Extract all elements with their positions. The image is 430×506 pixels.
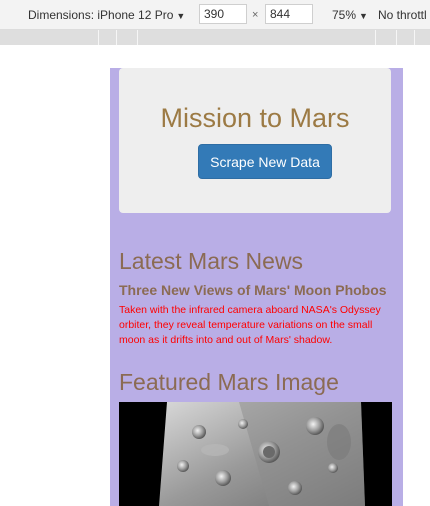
news-paragraph: Taken with the infrared camera aboard NA… bbox=[119, 304, 381, 346]
device-dimensions-dropdown[interactable]: Dimensions: iPhone 12 Pro ▼ bbox=[28, 8, 185, 22]
caret-down-icon: ▼ bbox=[176, 11, 186, 21]
ruler-divider bbox=[414, 30, 415, 45]
throttle-dropdown[interactable]: No throttl bbox=[378, 8, 427, 22]
featured-image-heading: Featured Mars Image bbox=[119, 369, 339, 395]
zoom-label: 75% bbox=[332, 8, 357, 22]
emulated-viewport: Mission to Mars Scrape New Data Latest M… bbox=[110, 68, 403, 506]
caret-down-icon: ▼ bbox=[359, 11, 368, 21]
media-query-ruler[interactable] bbox=[0, 30, 430, 45]
dimension-separator: × bbox=[252, 9, 259, 21]
scrape-new-data-button[interactable]: Scrape New Data bbox=[198, 144, 332, 179]
jumbotron: Mission to Mars Scrape New Data bbox=[119, 68, 391, 213]
news-title: Three New Views of Mars' Moon Phobos bbox=[119, 282, 387, 298]
ruler-divider bbox=[375, 30, 376, 45]
news-heading: Latest Mars News bbox=[119, 248, 304, 274]
ruler-divider bbox=[396, 30, 397, 45]
mars-surface-image bbox=[119, 402, 392, 506]
featured-mars-image[interactable] bbox=[119, 402, 392, 506]
page-title: Mission to Mars bbox=[160, 103, 350, 133]
devtools-device-toolbar: Dimensions: iPhone 12 Pro▼ × 75%▼ No thr… bbox=[0, 0, 430, 30]
ruler-divider bbox=[116, 30, 117, 45]
viewport-height-input[interactable] bbox=[265, 4, 313, 24]
ruler-divider bbox=[137, 30, 138, 45]
zoom-dropdown[interactable]: 75% ▼ bbox=[332, 8, 368, 22]
device-dimensions-label: Dimensions: iPhone 12 Pro bbox=[28, 8, 174, 22]
ruler-divider bbox=[98, 30, 99, 45]
viewport-width-input[interactable] bbox=[199, 4, 247, 24]
